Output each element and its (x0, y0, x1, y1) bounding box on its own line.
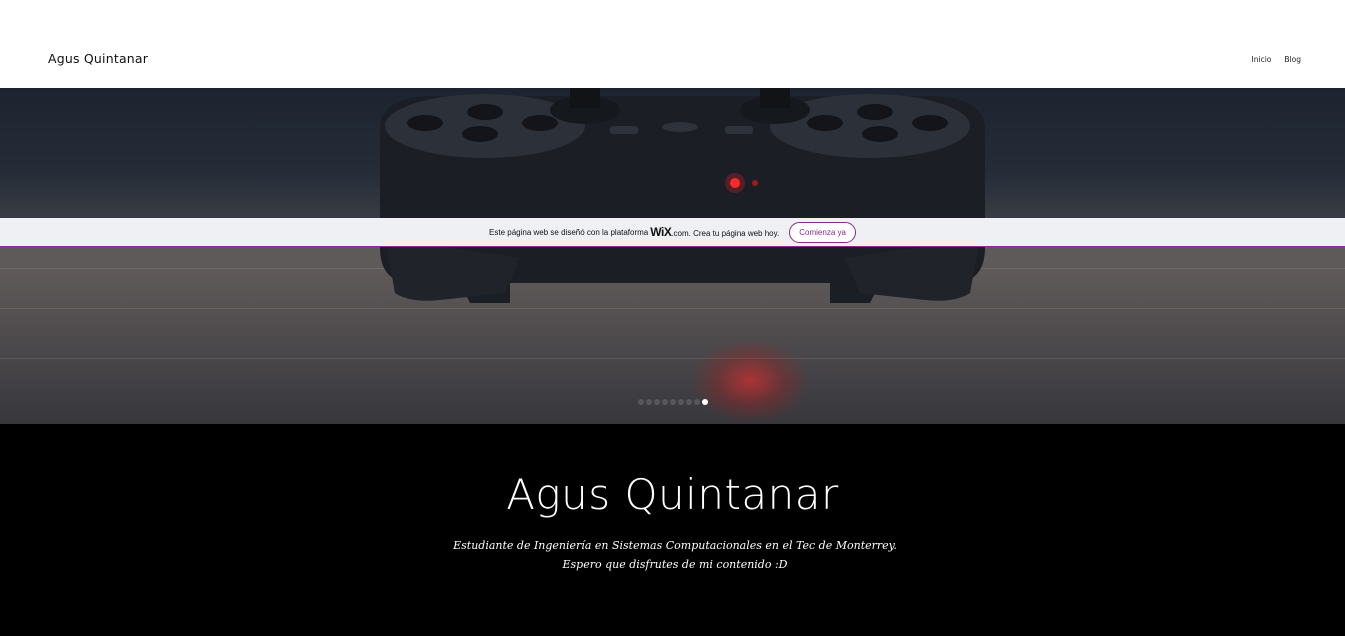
wix-promo-banner: Este página web se diseñó con la platafo… (0, 218, 1345, 247)
nav-item-inicio[interactable]: Inicio (1252, 55, 1272, 64)
site-header: Agus Quintanar Inicio Blog (0, 0, 1345, 88)
intro-section: Agus Quintanar Estudiante de Ingeniería … (0, 424, 1345, 636)
slide-dot[interactable] (654, 399, 660, 405)
banner-brand-wrap: WiX.com. Crea tu página web hoy. (650, 225, 779, 239)
slideshow-nav-dots (638, 399, 708, 405)
hero-slideshow (0, 88, 1345, 424)
slide-dot[interactable] (670, 399, 676, 405)
slide-dot[interactable] (662, 399, 668, 405)
banner-text-before: Este página web se diseñó con la platafo… (489, 227, 649, 237)
page-title: Agus Quintanar (506, 470, 839, 519)
game-controller-image (380, 88, 985, 303)
slide-dot[interactable] (678, 399, 684, 405)
nav-item-blog[interactable]: Blog (1284, 55, 1301, 64)
slide-dot[interactable] (646, 399, 652, 405)
site-logo[interactable]: Agus Quintanar (48, 51, 148, 66)
tagline-text: Estudiante de Ingeniería en Sistemas Com… (453, 539, 897, 571)
main-nav: Inicio Blog (1252, 55, 1301, 64)
banner-text-after: .com. Crea tu página web hoy. (671, 229, 780, 238)
slide-dot[interactable] (638, 399, 644, 405)
slide-dot[interactable] (694, 399, 700, 405)
slide-dot[interactable] (686, 399, 692, 405)
slide-dot[interactable] (702, 399, 708, 405)
wix-logo: WiX (650, 225, 672, 239)
start-now-button[interactable]: Comienza ya (789, 221, 856, 243)
